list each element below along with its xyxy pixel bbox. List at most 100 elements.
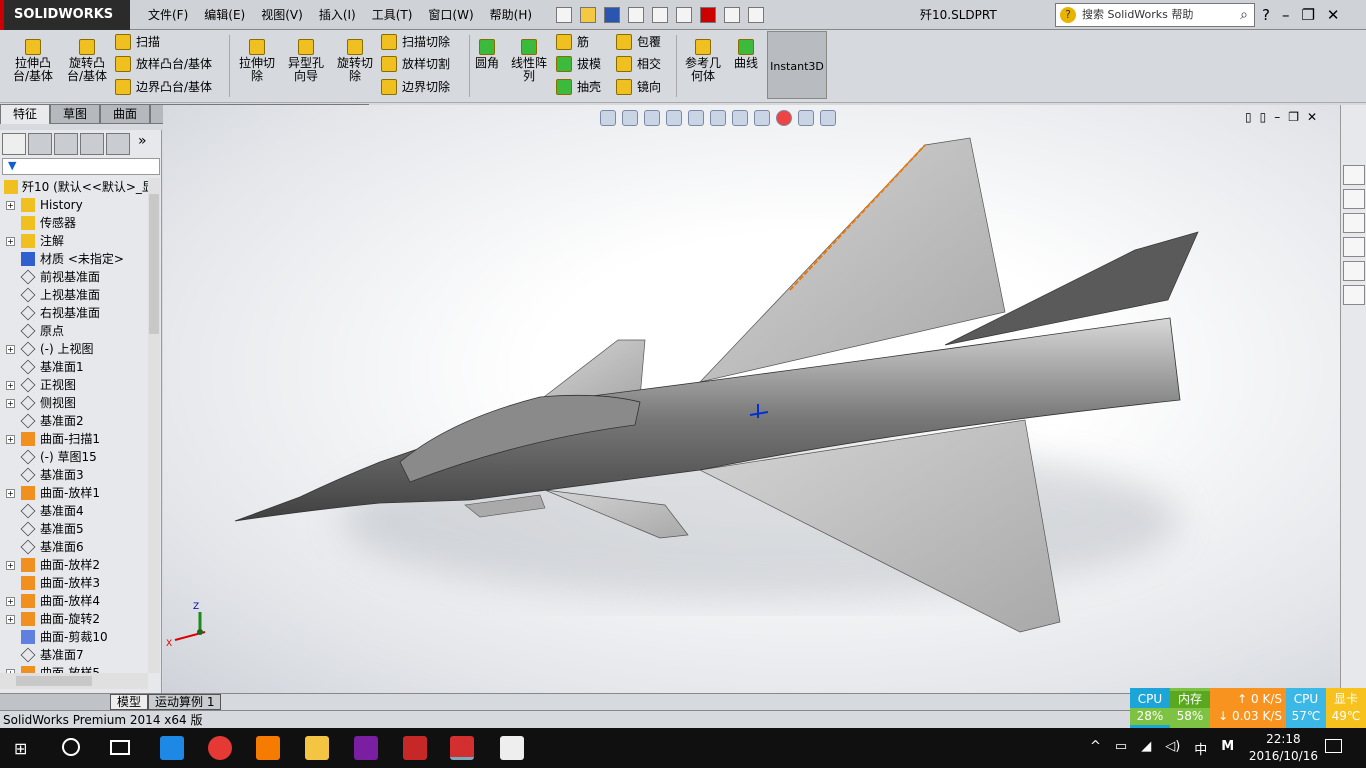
tree-item[interactable]: 前视基准面 [0, 268, 148, 286]
tree-item[interactable]: 曲面-剪裁10 [0, 628, 148, 646]
tree-item[interactable]: + 曲面-旋转2 [0, 610, 148, 628]
tree-item[interactable]: 基准面1 [0, 358, 148, 376]
tree-filter-input[interactable]: ▼ [2, 158, 160, 175]
tab-2[interactable]: 曲面 [100, 104, 151, 124]
viewport-minimize-button[interactable]: – [1274, 110, 1280, 124]
search-button[interactable] [62, 738, 80, 756]
viewport-close-button[interactable]: ✕ [1307, 110, 1317, 124]
extrude-cut-button[interactable]: 拉伸切除 [234, 35, 280, 83]
rebuild-icon[interactable] [700, 7, 716, 23]
swept-cut-button[interactable]: 扫描切除 [381, 31, 450, 53]
display-manager-tab[interactable] [106, 133, 130, 155]
tree-item[interactable]: + 侧视图 [0, 394, 148, 412]
edit-appearance-icon[interactable] [776, 110, 792, 126]
hole-wizard-button[interactable]: 异型孔向导 [283, 35, 329, 83]
wrap-button[interactable]: 包覆 [616, 31, 661, 53]
split-left-icon[interactable]: ▯ [1245, 110, 1252, 124]
app-icon[interactable] [403, 736, 427, 760]
dynamic-annotation-icon[interactable] [688, 110, 704, 126]
solidworks-taskbar-icon[interactable] [450, 736, 474, 760]
tree-item[interactable]: +曲面-放样5 [0, 664, 148, 673]
edge-icon[interactable] [160, 736, 184, 760]
hide-show-icon[interactable] [754, 110, 770, 126]
battery-icon[interactable]: ▭ [1115, 739, 1127, 758]
expand-icon[interactable]: + [6, 345, 15, 354]
curves-button[interactable]: 曲线 [728, 35, 764, 70]
revolve-cut-button[interactable]: 旋转切除 [332, 35, 378, 83]
feature-manager-tab[interactable] [2, 133, 26, 155]
solidworks-resources-icon[interactable] [1343, 165, 1365, 185]
mirror-button[interactable]: 镜向 [616, 76, 661, 98]
expand-icon[interactable]: + [6, 381, 15, 390]
tray-expand-icon[interactable]: ^ [1090, 739, 1101, 758]
boundary-cut-button[interactable]: 边界切除 [381, 76, 450, 98]
graphics-area[interactable]: Z X [163, 105, 1340, 693]
reference-geometry-button[interactable]: 参考几何体 [680, 35, 726, 83]
tree-item[interactable]: 基准面7 [0, 646, 148, 664]
tree-vertical-scrollbar[interactable] [148, 178, 160, 673]
apply-scene-icon[interactable] [798, 110, 814, 126]
expand-icon[interactable]: + [6, 435, 15, 444]
tree-item[interactable]: + (-) 上视图 [0, 340, 148, 358]
menu-item[interactable]: 编辑(E) [196, 0, 253, 30]
print-icon[interactable] [628, 7, 644, 23]
help-search-input[interactable]: ? 搜索 SolidWorks 帮助 ⌕ [1055, 3, 1255, 27]
close-button[interactable]: ✕ [1327, 0, 1340, 30]
tree-item[interactable]: 传感器 [0, 214, 148, 232]
tree-item[interactable]: + 曲面-放样1 [0, 484, 148, 502]
configuration-manager-tab[interactable] [54, 133, 78, 155]
instant3d-button[interactable]: Instant3D [767, 31, 827, 99]
start-button[interactable]: ⊞ [14, 739, 27, 758]
fillet-button[interactable]: 圆角 [472, 35, 502, 70]
notification-icon[interactable] [1325, 739, 1342, 753]
view-settings-icon[interactable] [820, 110, 836, 126]
options-icon[interactable] [748, 7, 764, 23]
tree-item[interactable]: 右视基准面 [0, 304, 148, 322]
rib-button[interactable]: 筋 [556, 31, 589, 53]
expand-icon[interactable]: + [6, 201, 15, 210]
tree-item[interactable]: (-) 草图15 [0, 448, 148, 466]
file-explorer-icon[interactable] [305, 736, 329, 760]
menu-item[interactable]: 帮助(H) [482, 0, 540, 30]
expand-icon[interactable]: + [6, 489, 15, 498]
tab-1[interactable]: 草图 [50, 104, 101, 124]
volume-icon[interactable]: ◁) [1165, 739, 1180, 758]
view-orientation-icon[interactable] [710, 110, 726, 126]
tab-model[interactable]: 模型 [110, 694, 149, 710]
tree-item[interactable]: 材质 <未指定> [0, 250, 148, 268]
tree-item[interactable]: 基准面6 [0, 538, 148, 556]
intersect-button[interactable]: 相交 [616, 53, 661, 75]
split-right-icon[interactable]: ▯ [1260, 110, 1267, 124]
help-button[interactable]: ? [1262, 0, 1270, 30]
save-icon[interactable] [604, 7, 620, 23]
chrome-icon[interactable] [208, 736, 232, 760]
scrollbar-thumb[interactable] [16, 676, 92, 686]
tree-item[interactable]: + 曲面-放样2 [0, 556, 148, 574]
loft-boss-button[interactable]: 放样凸台/基体 [115, 53, 212, 75]
file-properties-icon[interactable] [724, 7, 740, 23]
tree-item[interactable]: + History [0, 196, 148, 214]
tree-item[interactable]: 基准面4 [0, 502, 148, 520]
undo-icon[interactable] [652, 7, 668, 23]
tree-item[interactable]: + 正视图 [0, 376, 148, 394]
tree-horizontal-scrollbar[interactable] [0, 673, 148, 689]
lofted-cut-button[interactable]: 放样切割 [381, 53, 450, 75]
zoom-to-fit-icon[interactable] [600, 110, 616, 126]
open-icon[interactable] [580, 7, 596, 23]
clock[interactable]: 22:18 2016/10/16 [1249, 731, 1318, 765]
tree-item[interactable]: + 曲面-扫描1 [0, 430, 148, 448]
tree-item[interactable]: 曲面-放样3 [0, 574, 148, 592]
tree-item[interactable]: 基准面2 [0, 412, 148, 430]
new-file-icon[interactable] [556, 7, 572, 23]
menu-item[interactable]: 文件(F) [140, 0, 196, 30]
tree-item[interactable]: 上视基准面 [0, 286, 148, 304]
shell-button[interactable]: 抽壳 [556, 76, 601, 98]
property-manager-tab[interactable] [28, 133, 52, 155]
more-tabs-icon[interactable]: » [132, 133, 147, 155]
custom-properties-icon[interactable] [1343, 285, 1365, 305]
sweep-button[interactable]: 扫描 [115, 31, 160, 53]
file-explorer-icon[interactable] [1343, 213, 1365, 233]
tree-root[interactable]: 歼10 (默认<<默认>_显 [0, 178, 148, 196]
photos-icon[interactable] [500, 736, 524, 760]
section-view-icon[interactable] [666, 110, 682, 126]
